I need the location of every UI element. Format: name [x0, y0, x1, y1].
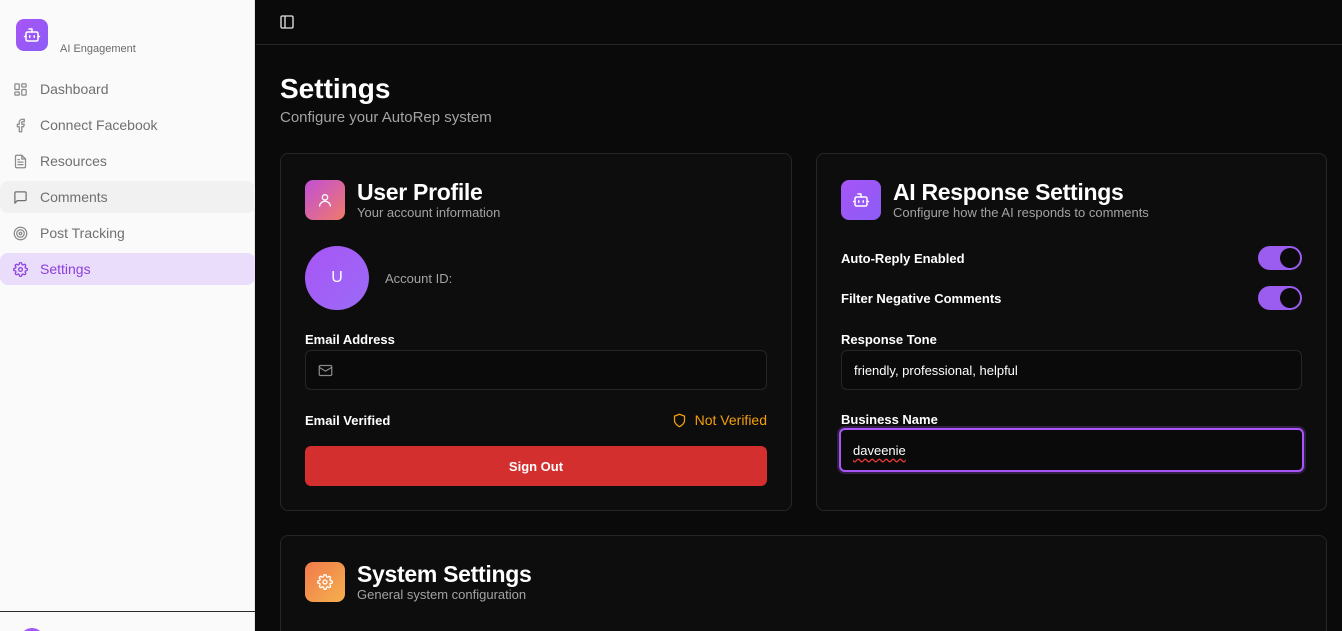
response-tone-input[interactable]: friendly, professional, helpful — [841, 350, 1302, 390]
verification-status-text: Not Verified — [694, 412, 767, 428]
sidebar-item-dashboard[interactable]: Dashboard — [0, 73, 255, 105]
system-settings-card: System Settings General system configura… — [280, 535, 1327, 631]
page-subtitle: Configure your AutoRep system — [280, 109, 492, 126]
system-settings-card-icon — [305, 562, 345, 602]
system-settings-subtitle: General system configuration — [357, 587, 527, 602]
sidebar-item-settings[interactable]: Settings — [0, 253, 255, 285]
panel-left-icon — [280, 15, 294, 29]
user-profile-title: User Profile — [357, 179, 483, 205]
ai-settings-subtitle: Configure how the AI responds to comment… — [893, 205, 1149, 220]
sidebar-nav: Dashboard Connect Facebook Resources Com… — [0, 73, 255, 289]
avatar-initial: U — [331, 269, 343, 286]
app-logo[interactable] — [16, 19, 48, 51]
shield-icon — [673, 413, 685, 427]
toggle-knob — [1280, 288, 1300, 308]
auto-reply-label: Auto-Reply Enabled — [841, 251, 965, 266]
email-address-label: Email Address — [305, 332, 395, 347]
sidebar-item-label: Comments — [40, 189, 108, 205]
mail-icon — [318, 364, 333, 376]
user-icon — [319, 194, 331, 207]
sidebar-item-post-tracking[interactable]: Post Tracking — [0, 217, 255, 249]
business-name-input[interactable]: daveenie — [839, 428, 1304, 472]
toggle-knob — [1280, 248, 1300, 268]
document-icon — [12, 153, 28, 169]
filter-negative-toggle[interactable] — [1258, 286, 1302, 310]
sidebar-item-comments[interactable]: Comments — [0, 181, 255, 213]
gear-icon — [12, 261, 28, 277]
brand-subtitle: AI Engagement — [60, 43, 136, 55]
email-verified-label: Email Verified — [305, 413, 391, 428]
sidebar-item-label: Dashboard — [40, 81, 109, 97]
auto-reply-toggle[interactable] — [1258, 246, 1302, 270]
ai-settings-card-icon — [841, 180, 881, 220]
sidebar-footer — [0, 611, 255, 631]
sidebar-item-label: Post Tracking — [40, 225, 125, 241]
response-tone-label: Response Tone — [841, 332, 937, 347]
bot-icon — [23, 28, 41, 42]
ai-response-settings-card: AI Response Settings Configure how the A… — [816, 153, 1327, 511]
business-name-value: daveenie — [853, 442, 906, 458]
system-settings-title: System Settings — [357, 561, 532, 587]
gear-icon — [317, 574, 333, 590]
sidebar-toggle-button[interactable] — [278, 13, 296, 31]
user-profile-card: User Profile Your account information U … — [280, 153, 792, 511]
user-profile-card-icon — [305, 180, 345, 220]
sidebar-item-resources[interactable]: Resources — [0, 145, 255, 177]
sidebar-item-label: Connect Facebook — [40, 117, 158, 133]
sidebar-item-label: Settings — [40, 261, 91, 277]
sign-out-button[interactable]: Sign Out — [305, 446, 767, 486]
email-field[interactable] — [305, 350, 767, 390]
top-bar — [256, 0, 1342, 45]
business-name-label: Business Name — [841, 412, 938, 427]
sidebar: AI Engagement Dashboard Connect Facebook… — [0, 0, 255, 631]
verification-status: Not Verified — [672, 412, 767, 428]
facebook-icon — [12, 117, 28, 133]
ai-settings-title: AI Response Settings — [893, 179, 1124, 205]
sidebar-item-connect-facebook[interactable]: Connect Facebook — [0, 109, 255, 141]
message-square-icon — [12, 189, 28, 205]
profile-avatar: U — [305, 246, 369, 310]
user-profile-subtitle: Your account information — [357, 205, 501, 220]
dashboard-grid-icon — [12, 81, 28, 97]
page-title: Settings — [280, 73, 391, 104]
sidebar-item-label: Resources — [40, 153, 107, 169]
account-id-label: Account ID: — [385, 271, 453, 286]
bot-icon — [852, 193, 870, 207]
target-icon — [12, 225, 28, 241]
response-tone-value: friendly, professional, helpful — [854, 362, 1018, 378]
filter-negative-label: Filter Negative Comments — [841, 291, 1002, 306]
